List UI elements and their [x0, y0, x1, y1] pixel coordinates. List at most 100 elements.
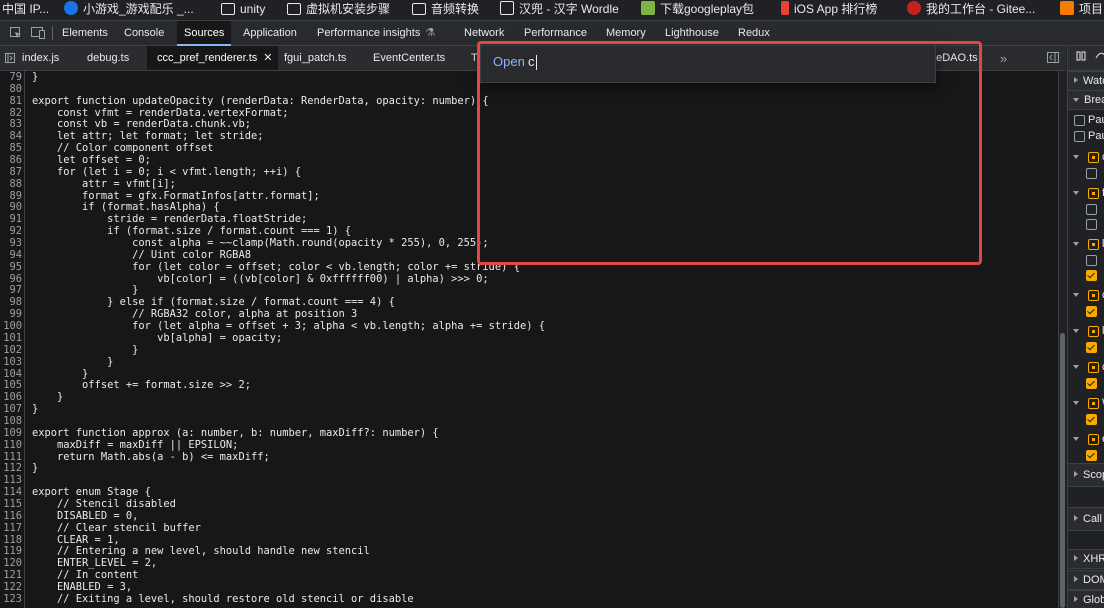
more-tabs-icon[interactable]: »: [1000, 46, 1007, 70]
breakpoint-file-row[interactable]: l: [1068, 235, 1104, 253]
code-line[interactable]: ENTER_LEVEL = 2,: [32, 557, 157, 569]
line-number[interactable]: 106: [0, 391, 22, 403]
line-number[interactable]: 114: [0, 486, 22, 498]
code-line[interactable]: }: [32, 391, 63, 403]
code-line[interactable]: export function approx (a: number, b: nu…: [32, 427, 439, 439]
breakpoint-checkbox[interactable]: [1086, 306, 1097, 317]
bookmark-item[interactable]: 我的工作台 - Gitee...: [907, 0, 1035, 20]
line-number[interactable]: 117: [0, 522, 22, 534]
scrollbar-thumb[interactable]: [1060, 333, 1065, 608]
breakpoint-item[interactable]: [1068, 303, 1104, 318]
breakpoint-file-row[interactable]: f: [1068, 184, 1104, 202]
line-number[interactable]: 93: [0, 237, 22, 249]
code-line[interactable]: export function updateOpacity (renderDat…: [32, 95, 489, 107]
line-number[interactable]: 99: [0, 308, 22, 320]
code-line[interactable]: }: [32, 344, 138, 356]
code-line[interactable]: for (let alpha = offset + 3; alpha < vb.…: [32, 320, 545, 332]
section-call-stack[interactable]: Call Stack: [1068, 507, 1104, 531]
toggle-debugger-icon[interactable]: [1046, 46, 1060, 70]
line-number[interactable]: 112: [0, 462, 22, 474]
file-tab-debug-ts[interactable]: debug.ts: [87, 46, 129, 70]
line-number[interactable]: 96: [0, 273, 22, 285]
breakpoint-item[interactable]: [1068, 339, 1104, 354]
line-number[interactable]: 94: [0, 249, 22, 261]
line-number[interactable]: 119: [0, 545, 22, 557]
breakpoint-file-row[interactable]: e: [1068, 430, 1104, 448]
step-over-icon[interactable]: [1095, 52, 1104, 64]
line-number[interactable]: 90: [0, 201, 22, 213]
code-line[interactable]: maxDiff = maxDiff || EPSILON;: [32, 439, 238, 451]
breakpoint-checkbox[interactable]: [1086, 414, 1097, 425]
file-tab-ccc-pref-renderer[interactable]: ccc_pref_renderer.ts ✕: [147, 46, 278, 70]
section-dom-breakpoints[interactable]: DOM Breakpoints: [1068, 570, 1104, 590]
line-number[interactable]: 121: [0, 569, 22, 581]
breakpoint-checkbox[interactable]: [1086, 204, 1097, 215]
line-number[interactable]: 110: [0, 439, 22, 451]
code-line[interactable]: } else if (format.size / format.count ==…: [32, 296, 395, 308]
breakpoint-file-row[interactable]: W: [1068, 394, 1104, 412]
line-number[interactable]: 105: [0, 379, 22, 391]
tab-application[interactable]: Application: [243, 21, 297, 45]
line-number[interactable]: 88: [0, 178, 22, 190]
bookmark-item[interactable]: 音频转换: [412, 0, 479, 20]
tab-sources[interactable]: Sources: [177, 21, 232, 46]
line-number[interactable]: 107: [0, 403, 22, 415]
bookmark-item[interactable]: 汉兜 - 汉字 Wordle: [500, 0, 619, 20]
line-number[interactable]: 86: [0, 154, 22, 166]
code-line[interactable]: }: [32, 71, 38, 83]
line-number[interactable]: 84: [0, 130, 22, 142]
code-line[interactable]: // In content: [32, 569, 138, 581]
breakpoint-item[interactable]: [1068, 216, 1104, 231]
line-number[interactable]: 81: [0, 95, 22, 107]
breakpoint-file-row[interactable]: c: [1068, 286, 1104, 304]
breakpoint-checkbox[interactable]: [1086, 270, 1097, 281]
file-tab-fgui-patch[interactable]: fgui_patch.ts: [284, 46, 346, 70]
file-tab-index-js[interactable]: index.js: [22, 46, 59, 70]
line-number[interactable]: 115: [0, 498, 22, 510]
file-tab-eventcenter[interactable]: EventCenter.ts: [373, 46, 445, 70]
breakpoint-item[interactable]: [1068, 447, 1104, 462]
code-line[interactable]: stride = renderData.floatStride;: [32, 213, 307, 225]
section-breakpoints[interactable]: Breakpoints: [1068, 90, 1104, 110]
code-line[interactable]: ENABLED = 3,: [32, 581, 132, 593]
code-line[interactable]: const alpha = ~~clamp(Math.round(opacity…: [32, 237, 489, 249]
code-line[interactable]: vb[alpha] = opacity;: [32, 332, 282, 344]
line-number[interactable]: 89: [0, 190, 22, 202]
breakpoint-item[interactable]: [1068, 267, 1104, 282]
code-line[interactable]: // RGBA32 color, alpha at position 3: [32, 308, 357, 320]
line-number[interactable]: 100: [0, 320, 22, 332]
breakpoint-item[interactable]: [1068, 165, 1104, 180]
line-number[interactable]: 91: [0, 213, 22, 225]
code-line[interactable]: let offset = 0;: [32, 154, 151, 166]
bookmark-item[interactable]: iOS App 排行榜: [781, 0, 877, 20]
code-line[interactable]: CLEAR = 1,: [32, 534, 120, 546]
code-line[interactable]: // Exiting a level, should restore old s…: [32, 593, 414, 605]
checkbox[interactable]: [1074, 115, 1085, 126]
code-line[interactable]: export enum Stage {: [32, 486, 151, 498]
code-line[interactable]: return Math.abs(a - b) <= maxDiff;: [32, 451, 270, 463]
breakpoint-file-row[interactable]: c: [1068, 358, 1104, 376]
code-line[interactable]: // Stencil disabled: [32, 498, 176, 510]
code-line[interactable]: const vb = renderData.chunk.vb;: [32, 118, 251, 130]
line-number[interactable]: 108: [0, 415, 22, 427]
breakpoint-checkbox[interactable]: [1086, 342, 1097, 353]
code-line[interactable]: // Color component offset: [32, 142, 213, 154]
line-number[interactable]: 79: [0, 71, 22, 83]
bookmark-item[interactable]: 虚拟机安装步骤: [287, 0, 390, 20]
line-number[interactable]: 92: [0, 225, 22, 237]
line-number[interactable]: 80: [0, 83, 22, 95]
line-number[interactable]: 120: [0, 557, 22, 569]
pause-icon[interactable]: [1076, 51, 1089, 64]
code-line[interactable]: const vfmt = renderData.vertexFormat;: [32, 107, 288, 119]
line-number[interactable]: 104: [0, 368, 22, 380]
code-line[interactable]: }: [32, 284, 138, 296]
code-line[interactable]: }: [32, 403, 38, 415]
line-number[interactable]: 87: [0, 166, 22, 178]
line-number[interactable]: 116: [0, 510, 22, 522]
section-xhr-breakpoints[interactable]: XHR/fetch Breakpoints: [1068, 549, 1104, 569]
bookmark-item[interactable]: 中国 IP...: [2, 0, 49, 20]
line-number[interactable]: 122: [0, 581, 22, 593]
breakpoint-checkbox[interactable]: [1086, 168, 1097, 179]
code-line[interactable]: for (let i = 0; i < vfmt.length; ++i) {: [32, 166, 301, 178]
code-line[interactable]: for (let color = offset; color < vb.leng…: [32, 261, 520, 273]
